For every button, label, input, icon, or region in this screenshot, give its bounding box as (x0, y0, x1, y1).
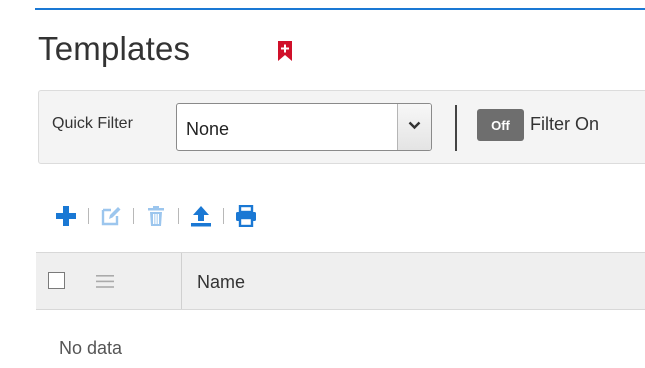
filter-panel: Quick Filter None Off Filter On (38, 90, 645, 164)
column-header-name[interactable]: Name (197, 272, 245, 293)
empty-grid-message: No data (59, 338, 123, 358)
trash-icon (148, 206, 164, 226)
edit-button[interactable] (93, 201, 129, 231)
filter-divider (455, 105, 457, 151)
dropdown-button[interactable] (397, 104, 431, 150)
toolbar-separator (88, 208, 89, 224)
edit-icon (101, 207, 121, 226)
add-button[interactable] (48, 201, 84, 231)
plus-icon (56, 206, 76, 226)
print-button[interactable] (228, 201, 264, 231)
upload-icon (191, 206, 211, 227)
print-icon (236, 205, 256, 227)
column-menu-icon[interactable] (96, 275, 114, 288)
chevron-down-icon (408, 121, 421, 130)
header-divider (181, 253, 182, 309)
toolbar-separator (178, 208, 179, 224)
filter-toggle[interactable]: Off (477, 109, 524, 141)
quick-filter-value: None (186, 119, 230, 139)
top-accent-rule (35, 8, 645, 10)
select-all-checkbox[interactable] (48, 272, 65, 289)
quick-filter-select[interactable]: None (176, 103, 432, 151)
page-title: Templates (38, 30, 191, 67)
upload-button[interactable] (183, 201, 219, 231)
grid-header: Name (36, 252, 645, 310)
bookmark-add-icon[interactable] (277, 40, 293, 62)
grid-toolbar (48, 201, 264, 231)
delete-button[interactable] (138, 201, 174, 231)
filter-toggle-label: Filter On (530, 114, 600, 134)
quick-filter-label: Quick Filter (52, 115, 133, 132)
toolbar-separator (133, 208, 134, 224)
toolbar-separator (223, 208, 224, 224)
